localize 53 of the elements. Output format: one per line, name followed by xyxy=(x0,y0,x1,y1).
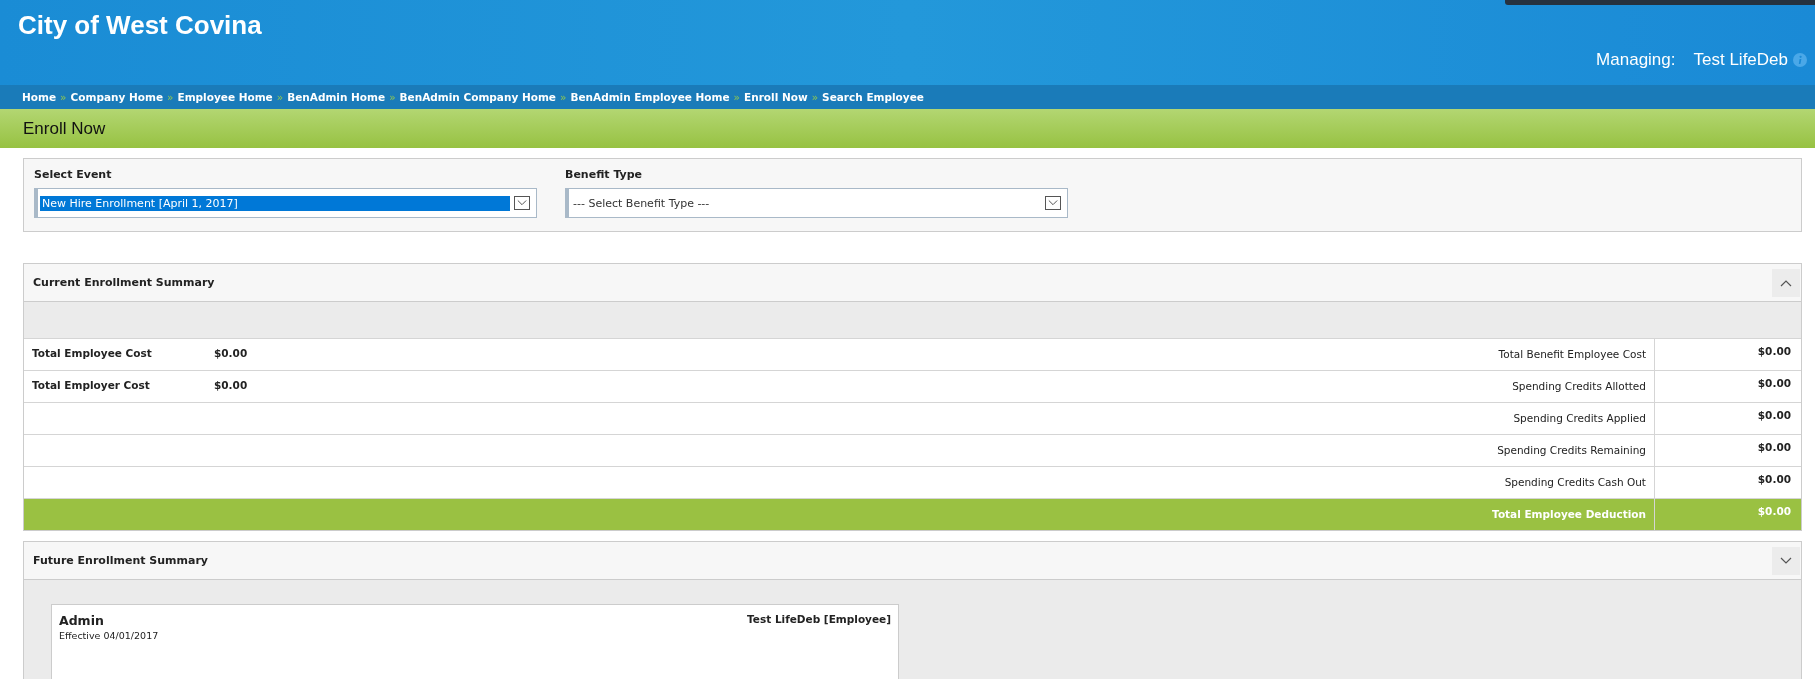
cost-value: $0.00 xyxy=(213,346,249,361)
breadcrumb-separator: » xyxy=(560,91,567,103)
breadcrumb-separator: » xyxy=(167,91,174,103)
employee-name: Test LifeDeb [Employee] xyxy=(747,613,891,627)
breadcrumb-separator: » xyxy=(276,91,284,103)
dropdown-chevron-icon xyxy=(1048,199,1058,207)
field-label: Benefit Type xyxy=(565,168,644,181)
chevron-icon xyxy=(1780,556,1792,565)
breadcrumb-link[interactable]: Home xyxy=(22,91,57,103)
breadcrumb-separator: » xyxy=(60,91,67,103)
summary-value: $0.00 xyxy=(1756,408,1792,423)
summary-value: $0.00 xyxy=(1756,472,1792,487)
dropdown-chevron-icon xyxy=(517,199,527,207)
summary-label: Spending Credits Remaining xyxy=(930,435,1655,466)
summary-value: $0.00 xyxy=(1756,376,1792,391)
managed-employee-name: Test LifeDeb xyxy=(1693,50,1788,70)
dropdown-field[interactable]: New Hire Enrollment [April 1, 2017] xyxy=(34,188,537,218)
breadcrumb-link[interactable]: BenAdmin Company Home xyxy=(399,91,556,103)
selected-option: New Hire Enrollment [April 1, 2017] xyxy=(40,195,510,211)
breadcrumb-separator: » xyxy=(811,91,819,103)
page-title: Enroll Now xyxy=(23,118,106,139)
summary-label: Spending Credits Applied xyxy=(930,403,1655,434)
collapse-button[interactable] xyxy=(1772,268,1800,297)
card-title: Admin xyxy=(59,613,105,628)
effective-date: Effective 04/01/2017 xyxy=(59,630,160,641)
field-label: Select Event xyxy=(34,168,113,181)
breadcrumb-link[interactable]: Enroll Now xyxy=(744,91,808,103)
breadcrumb-link[interactable]: Employee Home xyxy=(177,91,273,103)
chevron-icon xyxy=(1780,278,1792,287)
breadcrumb-link[interactable]: Company Home xyxy=(70,91,164,103)
summary-label: Total Benefit Employee Cost xyxy=(930,339,1655,370)
breadcrumb-separator: » xyxy=(389,91,396,103)
panel-title: Current Enrollment Summary xyxy=(33,276,215,289)
total-value: $0.00 xyxy=(1756,504,1792,519)
summary-label: Spending Credits Allotted xyxy=(930,371,1655,402)
managing-label: Managing: xyxy=(1596,50,1676,70)
breadcrumb-link[interactable]: BenAdmin Home xyxy=(287,91,386,103)
cost-label: Total Employer Cost xyxy=(31,378,151,393)
cost-value: $0.00 xyxy=(213,378,249,393)
breadcrumb-separator: » xyxy=(733,91,741,103)
expand-button[interactable] xyxy=(1772,546,1800,575)
panel-title: Future Enrollment Summary xyxy=(33,554,208,567)
summary-value: $0.00 xyxy=(1756,440,1792,455)
total-label: Total Employee Deduction xyxy=(930,499,1655,530)
cost-label: Total Employee Cost xyxy=(31,346,153,361)
selected-option: --- Select Benefit Type --- xyxy=(571,195,1041,211)
breadcrumb-link[interactable]: Search Employee xyxy=(822,91,924,103)
breadcrumb-link[interactable]: BenAdmin Employee Home xyxy=(570,91,730,103)
dropdown-field[interactable]: --- Select Benefit Type --- xyxy=(565,188,1068,218)
summary-value: $0.00 xyxy=(1756,344,1792,359)
info-icon[interactable] xyxy=(1793,53,1807,67)
site-title: City of West Covina xyxy=(18,10,262,41)
summary-label: Spending Credits Cash Out xyxy=(930,467,1655,498)
